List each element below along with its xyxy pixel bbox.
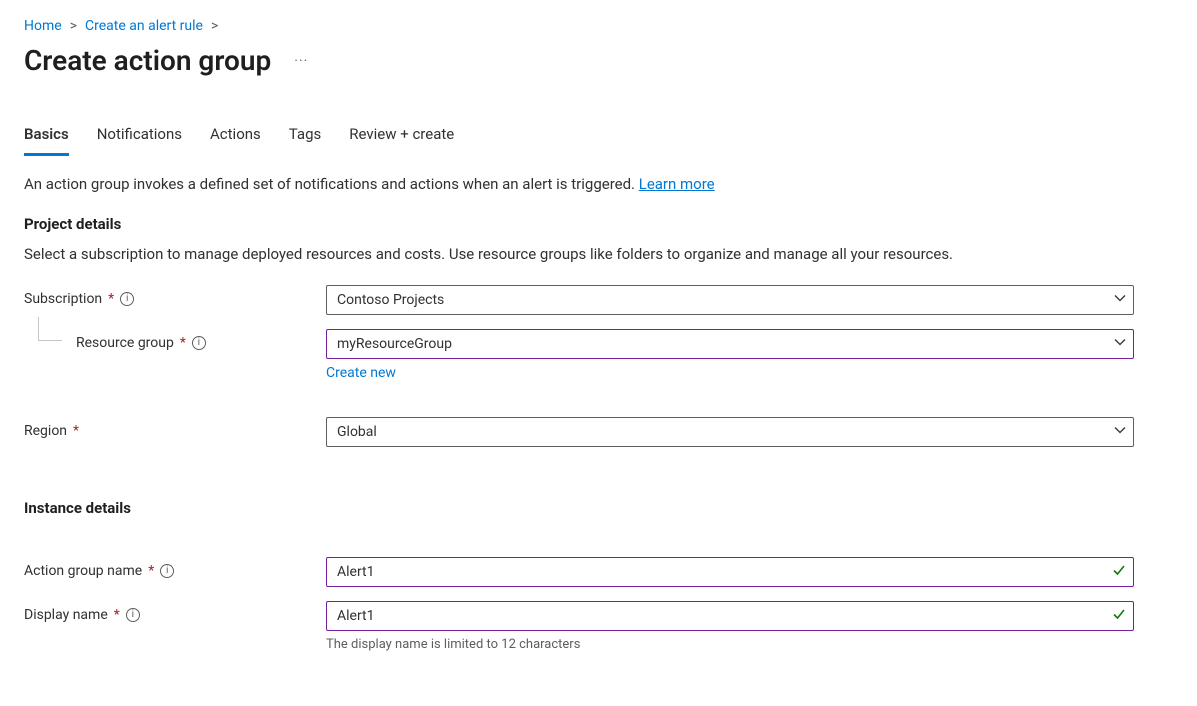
required-asterisk: * — [180, 335, 186, 351]
field-display-name: Alert1 The display name is limited to 12… — [326, 601, 1134, 652]
required-asterisk: * — [148, 563, 154, 579]
region-select[interactable]: Global — [326, 417, 1134, 447]
page-title: Create action group — [24, 44, 271, 77]
indent-elbow-icon — [38, 317, 62, 341]
checkmark-icon — [1112, 607, 1126, 625]
label-display-name: Display name * i — [24, 601, 326, 623]
label-subscription-text: Subscription — [24, 291, 102, 307]
label-region: Region * — [24, 417, 326, 439]
breadcrumb-create-alert-rule[interactable]: Create an alert rule — [85, 18, 203, 34]
title-row: Create action group ··· — [24, 44, 1173, 77]
display-name-value: Alert1 — [337, 608, 375, 624]
description-text: An action group invokes a defined set of… — [24, 175, 639, 193]
description: An action group invokes a defined set of… — [24, 175, 1173, 193]
label-subscription: Subscription * i — [24, 285, 326, 307]
resource-group-select-value: myResourceGroup — [337, 336, 452, 352]
row-display-name: Display name * i Alert1 The display name… — [24, 601, 1173, 652]
section-heading-project-details: Project details — [24, 215, 1173, 233]
field-action-group-name: Alert1 — [326, 557, 1134, 587]
required-asterisk: * — [73, 423, 79, 439]
learn-more-link[interactable]: Learn more — [639, 175, 715, 193]
label-action-group-name: Action group name * i — [24, 557, 326, 579]
row-subscription: Subscription * i Contoso Projects — [24, 285, 1173, 315]
field-subscription: Contoso Projects — [326, 285, 1134, 315]
label-action-group-name-text: Action group name — [24, 563, 142, 579]
field-resource-group: myResourceGroup Create new — [326, 329, 1134, 381]
row-resource-group: Resource group * i myResourceGroup Creat… — [24, 329, 1173, 381]
info-icon[interactable]: i — [126, 608, 140, 622]
breadcrumb: Home > Create an alert rule > — [24, 18, 1173, 34]
action-group-name-input[interactable]: Alert1 — [326, 557, 1134, 587]
info-icon[interactable]: i — [120, 292, 134, 306]
label-region-text: Region — [24, 423, 67, 439]
tab-tags[interactable]: Tags — [289, 119, 321, 156]
tabs: Basics Notifications Actions Tags Review… — [24, 119, 1173, 157]
tab-actions[interactable]: Actions — [210, 119, 261, 156]
ellipsis-icon: ··· — [294, 53, 308, 69]
info-icon[interactable]: i — [192, 336, 206, 350]
info-icon[interactable]: i — [160, 564, 174, 578]
label-resource-group-text: Resource group — [76, 335, 174, 351]
breadcrumb-home[interactable]: Home — [24, 18, 62, 34]
action-group-name-value: Alert1 — [337, 564, 375, 580]
tab-review-create[interactable]: Review + create — [349, 119, 454, 156]
region-select-value: Global — [337, 424, 377, 440]
display-name-hint: The display name is limited to 12 charac… — [326, 637, 1134, 652]
row-action-group-name: Action group name * i Alert1 — [24, 557, 1173, 587]
more-actions-button[interactable]: ··· — [289, 49, 313, 73]
section-text-project-details: Select a subscription to manage deployed… — [24, 245, 1173, 263]
row-region: Region * Global — [24, 417, 1173, 447]
label-resource-group: Resource group * i — [24, 329, 326, 351]
subscription-select-value: Contoso Projects — [337, 292, 444, 308]
breadcrumb-sep-1: > — [70, 18, 77, 34]
checkmark-icon — [1112, 563, 1126, 581]
resource-group-select[interactable]: myResourceGroup — [326, 329, 1134, 359]
create-new-resource-group-link[interactable]: Create new — [326, 365, 396, 381]
tab-notifications[interactable]: Notifications — [97, 119, 182, 156]
required-asterisk: * — [114, 607, 120, 623]
breadcrumb-sep-2: > — [211, 18, 218, 34]
section-heading-instance-details: Instance details — [24, 499, 1173, 517]
field-region: Global — [326, 417, 1134, 447]
display-name-input[interactable]: Alert1 — [326, 601, 1134, 631]
required-asterisk: * — [108, 291, 114, 307]
create-action-group-page: Home > Create an alert rule > Create act… — [0, 0, 1197, 706]
label-display-name-text: Display name — [24, 607, 108, 623]
tab-basics[interactable]: Basics — [24, 119, 69, 156]
subscription-select[interactable]: Contoso Projects — [326, 285, 1134, 315]
